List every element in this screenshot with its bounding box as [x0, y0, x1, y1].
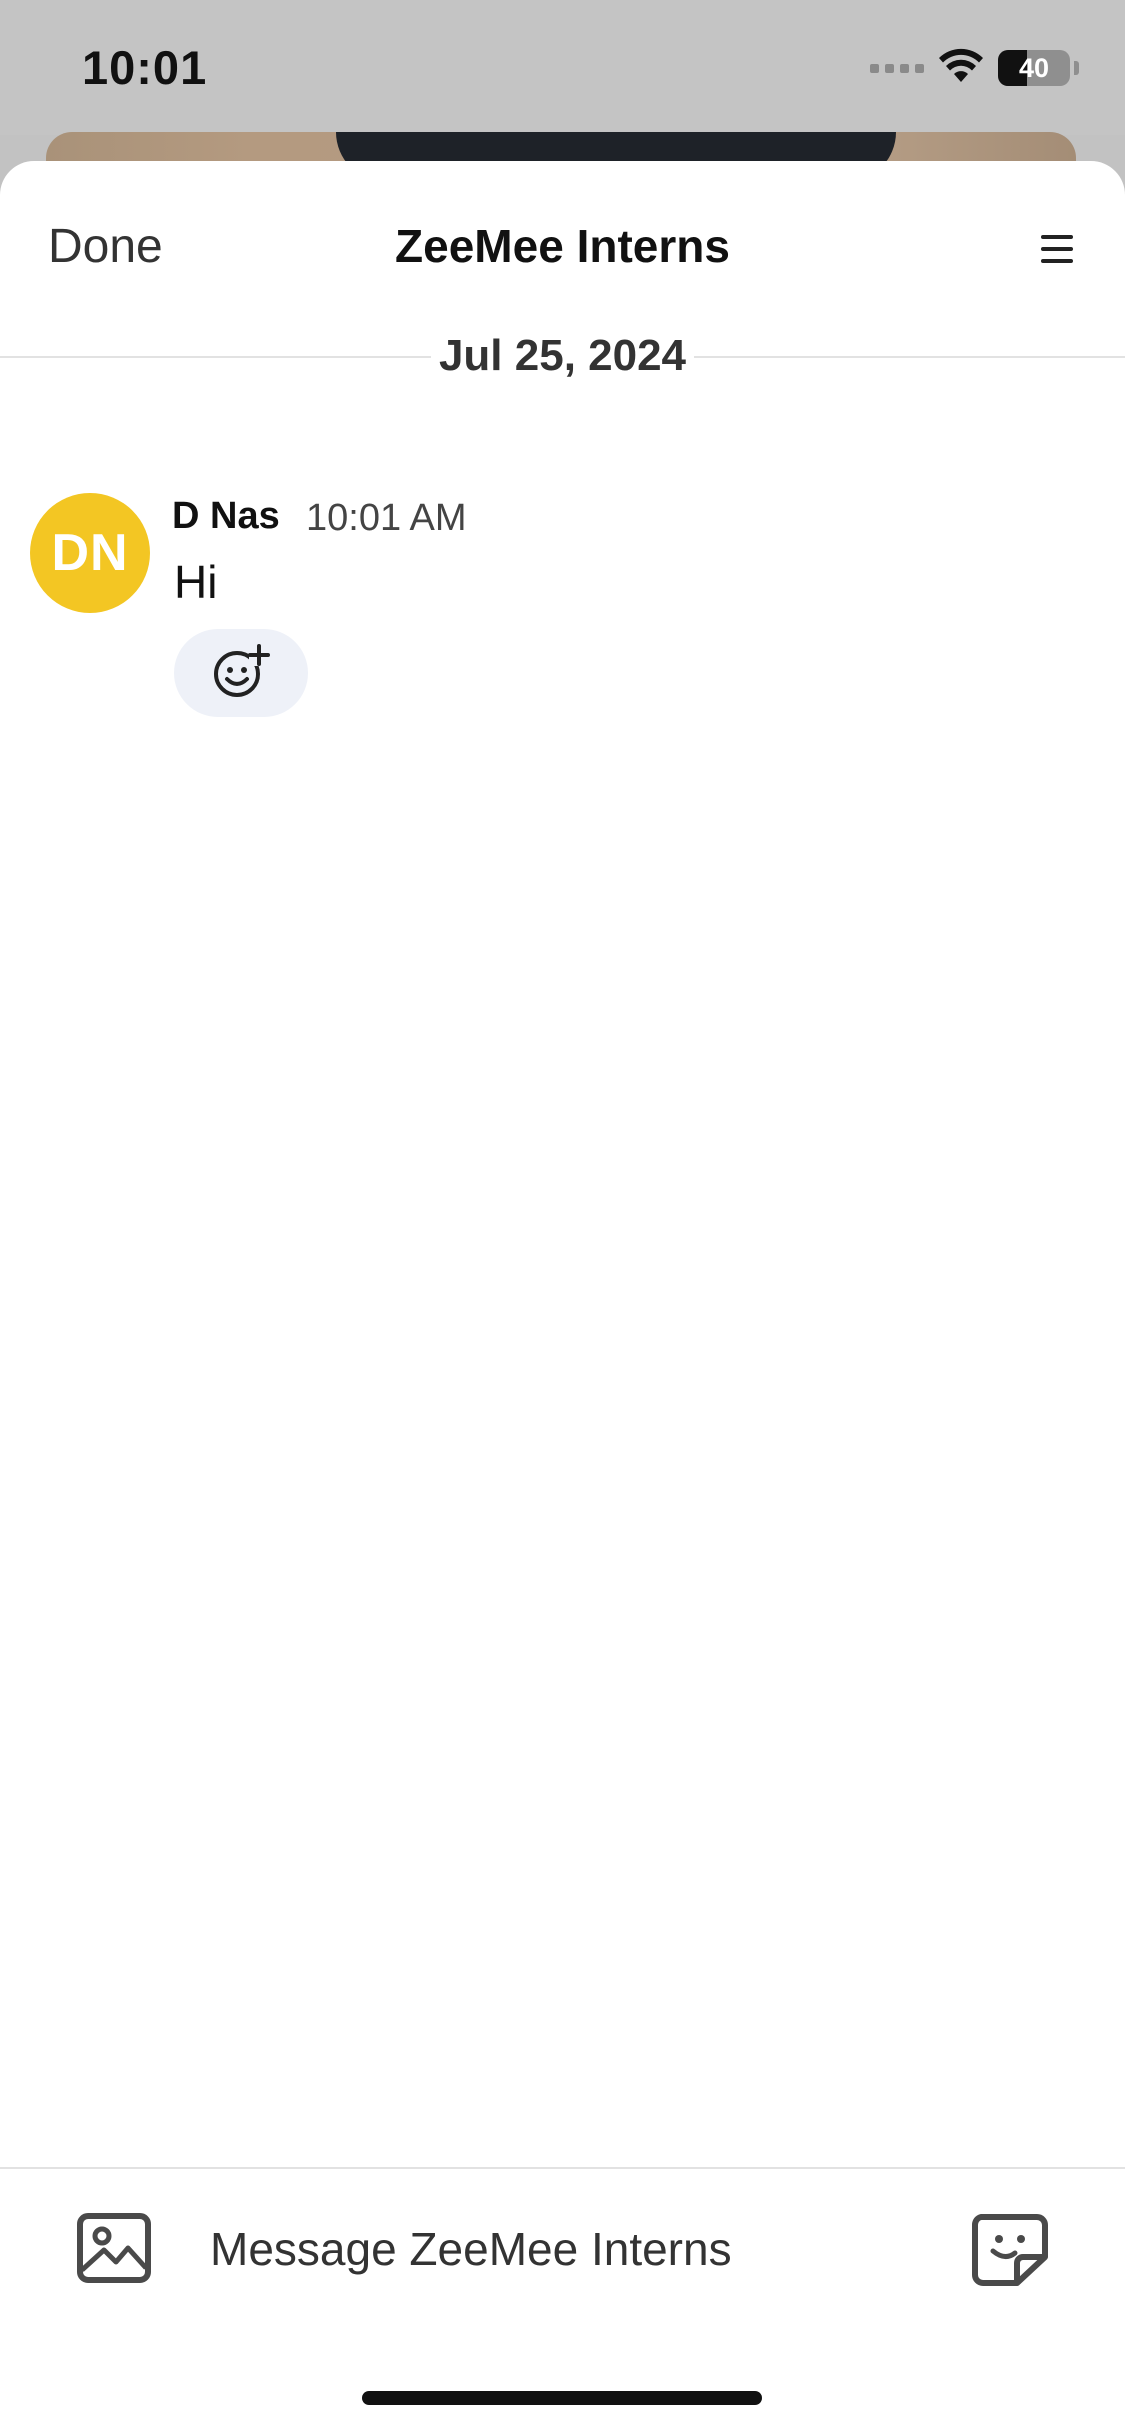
navigation-bar: Done ZeeMee Interns: [0, 161, 1125, 356]
image-icon: [76, 2212, 152, 2289]
date-label: Jul 25, 2024: [430, 331, 695, 380]
sticker-icon: [971, 2213, 1049, 2292]
status-bar: 10:01 40: [0, 0, 1125, 135]
wifi-icon: [938, 48, 984, 89]
hamburger-menu-icon[interactable]: [1041, 235, 1073, 263]
message-input[interactable]: Message ZeeMee Interns: [210, 2213, 910, 2285]
home-indicator[interactable]: [362, 2391, 762, 2405]
cellular-signal-icon: [870, 63, 924, 73]
message-time: 10:01 AM: [306, 497, 467, 539]
message-text: Hi: [174, 556, 218, 608]
battery-nub: [1074, 61, 1079, 75]
status-time: 10:01: [82, 41, 208, 94]
add-reaction-button[interactable]: [174, 629, 308, 717]
message-item: DN D Nas 10:01 AM Hi: [30, 493, 1090, 723]
message-author[interactable]: D Nas: [172, 495, 280, 538]
sticker-button[interactable]: [968, 2210, 1052, 2294]
status-indicators: 40: [870, 48, 1079, 88]
composer-divider: [0, 2167, 1125, 2169]
chat-sheet: Done ZeeMee Interns Jul 25, 2024 DN D Na…: [0, 161, 1125, 2436]
avatar[interactable]: DN: [30, 493, 150, 613]
add-reaction-icon: [211, 642, 271, 705]
attach-image-button[interactable]: [74, 2210, 154, 2290]
battery-icon: 40: [998, 50, 1070, 86]
date-separator: Jul 25, 2024: [0, 331, 1125, 381]
battery-level: 40: [1018, 52, 1050, 83]
chat-title: ZeeMee Interns: [395, 220, 730, 272]
